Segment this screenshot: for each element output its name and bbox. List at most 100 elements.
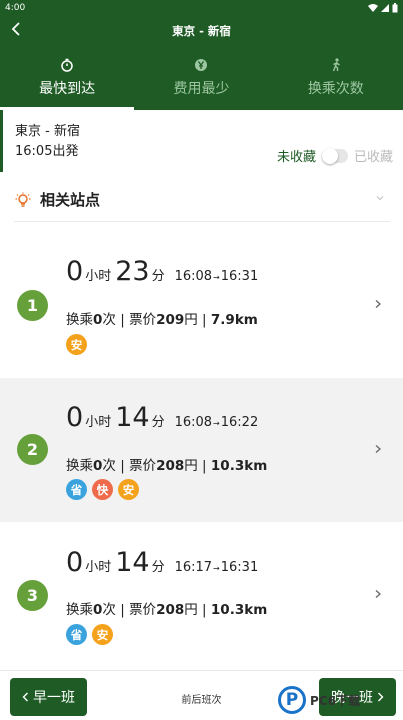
transfer-unit: 次 — [102, 312, 116, 328]
arrow-right-icon: → — [213, 564, 220, 573]
safe-badge: 安 — [92, 624, 113, 645]
route-summary: 東京 - 新宿 16:05出発 未收藏 已收藏 — [0, 110, 403, 172]
arrive-time: 16:31 — [220, 560, 259, 575]
distance-value: 10.3km — [210, 602, 268, 618]
walking-person-icon — [329, 58, 343, 72]
travel-time: 0 小时 14 分 16:08 → 16:22 — [66, 402, 258, 433]
safe-badge: 安 — [66, 334, 87, 355]
trip-info: 换乘0次 | 票价208円 | 10.3km — [66, 598, 267, 618]
arrive-time: 16:22 — [220, 415, 259, 430]
yen-coin-icon — [194, 58, 208, 72]
safe-badge: 安 — [118, 479, 139, 500]
status-time: 4:00 — [5, 3, 26, 13]
arrow-right-icon: → — [213, 419, 220, 428]
depart-time: 16:08 — [174, 269, 213, 284]
status-bar: 4:00 — [0, 0, 403, 16]
fare-unit: 円 — [184, 602, 198, 618]
transfer-label: 换乘 — [66, 458, 93, 474]
separator: | — [120, 312, 125, 328]
fast-badge: 快 — [92, 479, 113, 500]
toggle-knob — [321, 147, 338, 164]
distance-value: 10.3km — [210, 458, 268, 474]
page-title: 東京 - 新宿 — [172, 24, 231, 38]
depart-time: 16:08 — [174, 415, 213, 430]
minutes-unit: 分 — [151, 415, 165, 430]
fare-unit: 円 — [184, 312, 198, 328]
tab-fastest[interactable]: 最快到达 — [0, 46, 135, 110]
favorite-toggle[interactable] — [321, 147, 348, 164]
route-stations: 東京 - 新宿 — [15, 124, 80, 139]
transfer-count: 0 — [93, 602, 103, 618]
fare-label: 票价 — [129, 312, 157, 328]
save-badge: 省 — [66, 479, 87, 500]
stopwatch-icon — [60, 58, 74, 72]
chevron-left-icon — [11, 22, 20, 36]
separator: | — [202, 312, 207, 328]
hours-unit: 小时 — [85, 415, 112, 430]
minutes-unit: 分 — [151, 269, 165, 284]
separator: | — [120, 602, 125, 618]
fare-value: 209 — [156, 312, 185, 328]
hours-value: 0 — [66, 402, 84, 433]
separator: | — [120, 458, 125, 474]
fare-label: 票价 — [129, 602, 157, 618]
arrow-right-icon: → — [213, 273, 220, 282]
separator: | — [202, 458, 207, 474]
trip-info: 换乘0次 | 票价209円 | 7.9km — [66, 308, 258, 328]
transfer-label: 换乘 — [66, 312, 93, 328]
chevron-right-icon — [375, 445, 381, 453]
travel-time: 0 小时 23 分 16:08 → 16:31 — [66, 256, 258, 287]
wifi-icon — [368, 4, 378, 12]
tag-badges: 省 快 安 — [66, 479, 139, 500]
watermark-logo: P — [278, 686, 306, 714]
tab-transfers[interactable]: 换乘次数 — [269, 46, 403, 110]
result-number: 2 — [17, 434, 48, 465]
result-number: 3 — [17, 580, 48, 611]
tab-cheapest-label: 费用最少 — [173, 81, 230, 97]
watermark: P PC6下载 — [278, 683, 403, 717]
hours-value: 0 — [66, 547, 84, 578]
fare-unit: 円 — [184, 458, 198, 474]
transfer-count: 0 — [93, 458, 103, 474]
distance-value: 7.9km — [210, 312, 258, 328]
fare-label: 票价 — [129, 458, 157, 474]
transfer-unit: 次 — [102, 458, 116, 474]
tag-badges: 省 安 — [66, 624, 113, 645]
signal-icon — [381, 4, 389, 12]
related-stations-label: 相关站点 — [40, 191, 101, 209]
minutes-value: 14 — [115, 402, 150, 433]
save-badge: 省 — [66, 624, 87, 645]
chevron-down-icon — [376, 196, 384, 201]
result-number: 1 — [17, 290, 48, 321]
back-button[interactable] — [6, 20, 26, 42]
transfer-unit: 次 — [102, 602, 116, 618]
route-result-3[interactable]: 3 0 小时 14 分 16:17 → 16:31 换乘0次 | 票价208円 … — [0, 523, 403, 667]
minutes-value: 14 — [115, 547, 150, 578]
tag-badges: 安 — [66, 334, 87, 355]
hours-unit: 小时 — [85, 269, 112, 284]
sort-tabs: 最快到达 费用最少 换乘次数 — [0, 46, 403, 110]
lightbulb-icon — [14, 191, 32, 209]
chevron-right-icon — [375, 590, 381, 598]
trip-info: 换乘0次 | 票价208円 | 10.3km — [66, 454, 267, 474]
favorite-on-label: 已收藏 — [353, 150, 393, 165]
tab-cheapest[interactable]: 费用最少 — [134, 46, 268, 110]
route-result-1[interactable]: 1 0 小时 23 分 16:08 → 16:31 换乘0次 | 票价209円 … — [0, 232, 403, 376]
hours-value: 0 — [66, 256, 84, 287]
chevron-right-icon — [375, 300, 381, 308]
arrive-time: 16:31 — [220, 269, 259, 284]
favorite-off-label: 未收藏 — [276, 150, 316, 165]
favorite-toggle-group: 未收藏 已收藏 — [277, 146, 393, 165]
status-icons — [368, 3, 398, 13]
fare-value: 208 — [156, 458, 185, 474]
hours-unit: 小时 — [85, 560, 112, 575]
battery-icon — [392, 3, 398, 13]
travel-time: 0 小时 14 分 16:17 → 16:31 — [66, 547, 258, 578]
separator: | — [202, 602, 207, 618]
minutes-value: 23 — [115, 256, 150, 287]
transfer-count: 0 — [93, 312, 103, 328]
fare-value: 208 — [156, 602, 185, 618]
related-stations-header[interactable]: 相关站点 — [14, 178, 390, 222]
watermark-text: PC6下载 — [310, 693, 360, 708]
route-result-2[interactable]: 2 0 小时 14 分 16:08 → 16:22 换乘0次 | 票价208円 … — [0, 378, 403, 522]
